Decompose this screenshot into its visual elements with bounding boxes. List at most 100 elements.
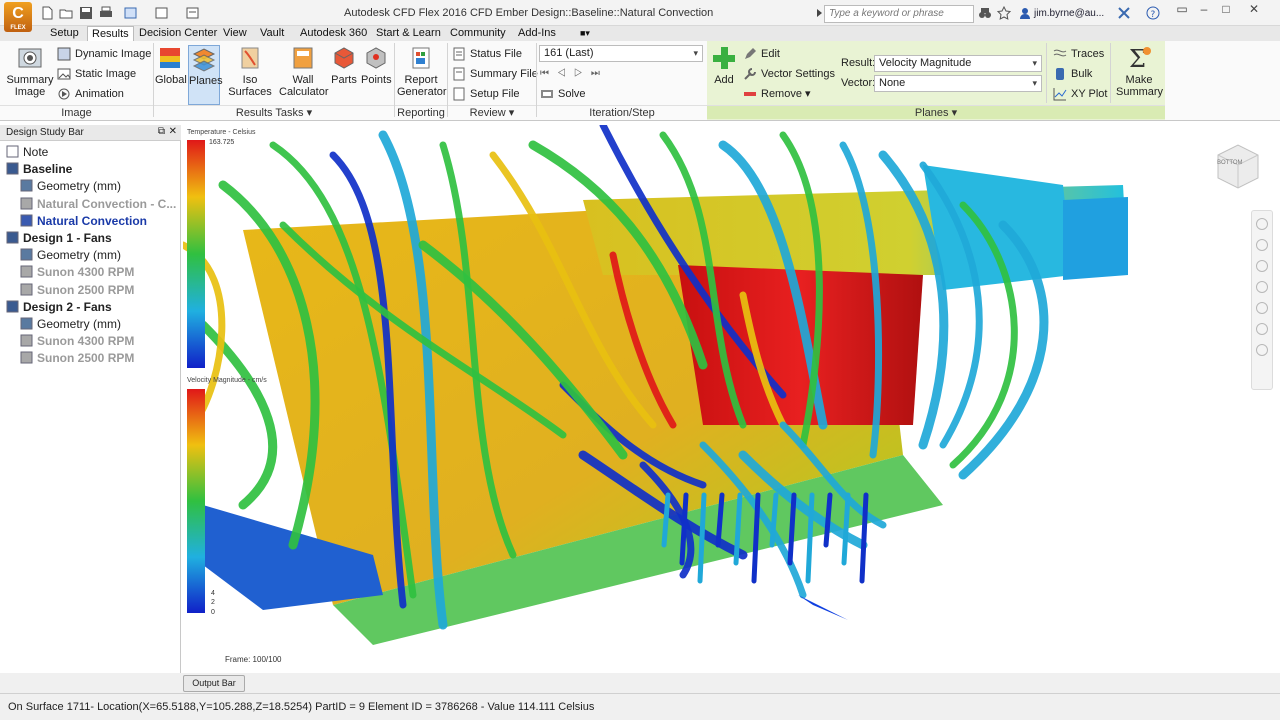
planes-group-label[interactable]: Planes ▾ (707, 105, 1165, 119)
tree-item[interactable]: Baseline (6, 161, 72, 178)
summary-image-button[interactable]: Summary Image (6, 45, 54, 98)
minimize-button[interactable]: – (1194, 2, 1214, 18)
dropdown-arrow-icon: ▾ (306, 107, 313, 119)
close-button[interactable]: ✕ (1244, 2, 1264, 18)
report-icon (408, 45, 434, 71)
result-select[interactable]: Velocity Magnitude (874, 55, 1042, 72)
report-generator-button[interactable]: Report Generator (397, 45, 447, 98)
traces-button[interactable]: Traces (1053, 46, 1104, 62)
vector-select[interactable]: None (874, 75, 1042, 92)
tree-item[interactable]: Geometry (mm) (20, 316, 121, 333)
output-bar-button[interactable]: Output Bar (183, 675, 245, 692)
tab-vault[interactable]: Vault (256, 26, 288, 41)
animation-button[interactable]: Animation (57, 86, 124, 102)
help-search-input[interactable]: Type a keyword or phrase (824, 5, 974, 23)
solve-button[interactable]: Solve (540, 86, 586, 102)
tree-item[interactable]: Design 1 - Fans (6, 230, 112, 247)
orbit-icon[interactable] (1256, 281, 1268, 293)
tree-item[interactable]: Sunon 2500 RPM (20, 282, 134, 299)
add-plane-button[interactable]: Add (710, 45, 738, 86)
navigation-bar[interactable] (1251, 210, 1273, 390)
user-name[interactable]: jim.byrne@au... (1034, 8, 1104, 19)
settings-icon[interactable] (186, 6, 200, 20)
exchange-icon[interactable] (1117, 6, 1131, 20)
remove-plane-button[interactable]: Remove ▾ (743, 86, 811, 102)
tree-item[interactable]: Geometry (mm) (20, 178, 121, 195)
animation-label: Animation (75, 88, 124, 100)
vector-settings-button[interactable]: Vector Settings (743, 66, 835, 82)
pin-icon[interactable]: ⧉ (158, 126, 165, 137)
maximize-button[interactable]: □ (1216, 2, 1236, 18)
binoculars-icon[interactable] (978, 6, 992, 20)
tree-item[interactable]: Natural Convection - C... (20, 196, 176, 213)
wall-calculator-icon (290, 45, 316, 71)
summary-file-button[interactable]: Summary File (452, 66, 538, 82)
tree-item[interactable]: Natural Convection (20, 213, 147, 230)
tree-item[interactable]: Design 2 - Fans (6, 299, 112, 316)
cfd-scene[interactable] (183, 125, 1280, 671)
tree-item[interactable]: Sunon 2500 RPM (20, 350, 134, 367)
static-image-button[interactable]: Static Image (57, 66, 136, 82)
tree-item-label: Sunon 4300 RPM (37, 265, 135, 280)
save-icon[interactable] (79, 6, 93, 20)
triad-arrow (798, 595, 848, 620)
step-navigation-controls[interactable]: ⏮◁▷⏭ (540, 66, 608, 82)
pan-icon[interactable] (1256, 239, 1268, 251)
tab-view[interactable]: View (219, 26, 251, 41)
global-button[interactable]: Global (155, 45, 187, 86)
dynamic-image-button[interactable]: Dynamic Image (57, 46, 151, 62)
tab-community[interactable]: Community (446, 26, 510, 41)
view-cube[interactable]: BOTTOM (1213, 140, 1263, 190)
tab-results[interactable]: Results (87, 26, 134, 42)
status-file-button[interactable]: Status File (452, 46, 522, 62)
parts-button[interactable]: Parts (330, 45, 358, 86)
tree-item[interactable]: Sunon 4300 RPM (20, 333, 134, 350)
tab-autodesk-360[interactable]: Autodesk 360 (296, 26, 371, 41)
xy-plot-button[interactable]: XY Plot (1053, 86, 1108, 102)
tab-setup[interactable]: Setup (46, 26, 83, 41)
video-toggle-icon[interactable]: ■▾ (576, 26, 594, 41)
edit-label: Edit (761, 48, 780, 60)
xy-plot-label: XY Plot (1071, 88, 1108, 100)
wall-calculator-button[interactable]: Wall Calculator (279, 45, 329, 98)
zoom-icon[interactable] (1256, 260, 1268, 272)
iso-surfaces-button[interactable]: Iso Surfaces (223, 45, 277, 98)
points-button[interactable]: Points (361, 45, 392, 86)
window-icon[interactable] (155, 6, 169, 20)
iteration-step-select[interactable]: 161 (Last) (539, 45, 703, 62)
steering-wheel-icon[interactable] (1256, 218, 1268, 230)
open-folder-icon[interactable] (59, 6, 73, 20)
print-icon[interactable] (99, 6, 113, 20)
planes-button[interactable]: Planes (188, 45, 223, 105)
pencil-icon (743, 47, 757, 61)
edit-plane-button[interactable]: Edit (743, 46, 780, 62)
help-icon[interactable]: ? (1146, 6, 1160, 20)
star-icon[interactable] (996, 5, 1012, 20)
app-logo[interactable]: C FLEX (4, 2, 32, 32)
tree-item-label: Sunon 2500 RPM (37, 282, 135, 297)
user-icon[interactable] (1018, 6, 1032, 20)
review-group-label[interactable]: Review ▾ (448, 105, 536, 119)
tab-start-learn[interactable]: Start & Learn (372, 26, 445, 41)
close-panel-icon[interactable]: ✕ (169, 126, 177, 137)
make-summary-button[interactable]: Σ Make Summary (1116, 45, 1163, 98)
results-tasks-group-label[interactable]: Results Tasks ▾ (154, 105, 394, 119)
setup-file-button[interactable]: Setup File (452, 86, 520, 102)
bulk-label: Bulk (1071, 68, 1093, 80)
view-mode-icon[interactable] (1256, 344, 1268, 356)
view-cube-face-label: BOTTOM (1217, 160, 1243, 166)
tree-item[interactable]: Geometry (mm) (20, 247, 121, 264)
plus-icon (711, 45, 737, 71)
status-file-label: Status File (470, 48, 522, 60)
tree-item[interactable]: Note (6, 144, 48, 161)
new-file-icon[interactable] (40, 6, 54, 20)
results-viewport[interactable]: Temperature - Celsius 163.725 Velocity M… (183, 125, 1280, 671)
tab-add-ins[interactable]: Add-Ins (514, 26, 560, 41)
look-icon[interactable] (1256, 302, 1268, 314)
bulk-button[interactable]: Bulk (1053, 66, 1092, 82)
restore-ribbon-icon[interactable]: ▭ (1172, 2, 1192, 18)
fit-icon[interactable] (1256, 323, 1268, 335)
tree-item[interactable]: Sunon 4300 RPM (20, 264, 134, 281)
tab-decision-center[interactable]: Decision Center (135, 26, 221, 41)
undo-icon[interactable] (124, 6, 138, 20)
